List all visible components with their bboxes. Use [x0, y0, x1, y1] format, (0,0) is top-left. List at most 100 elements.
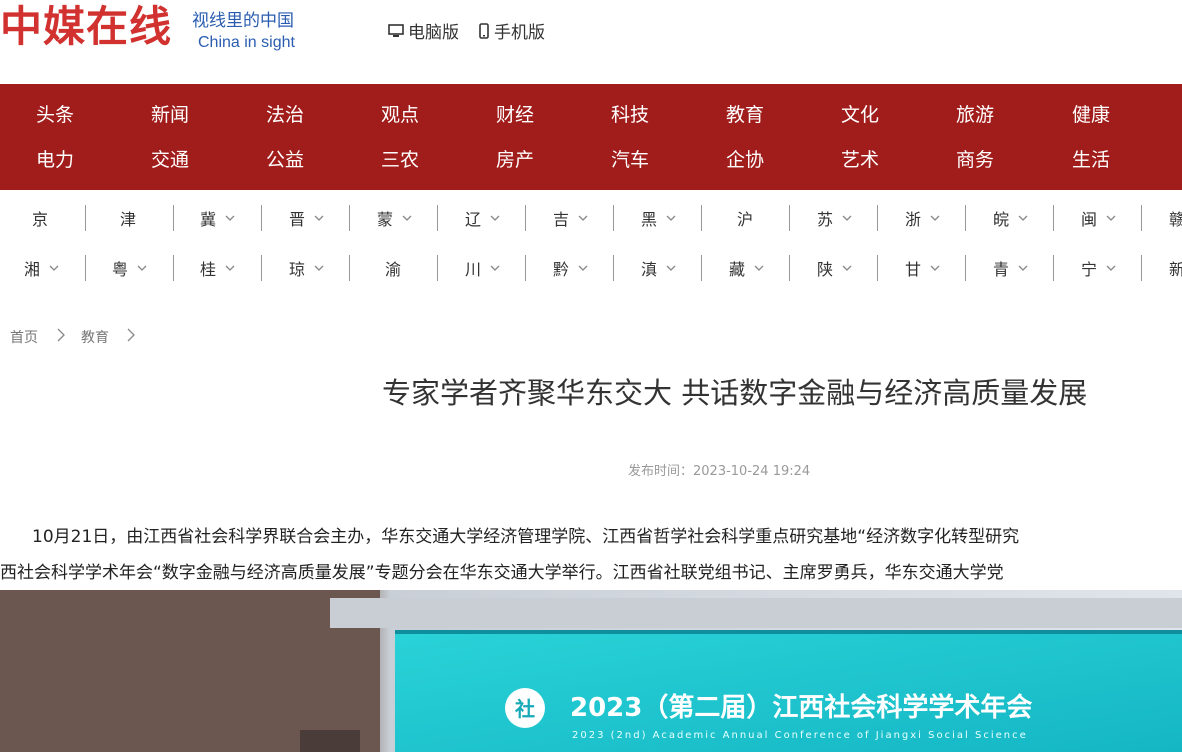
chevron-down-icon — [490, 265, 500, 271]
province-label: 沪 — [737, 210, 754, 229]
chevron-down-icon — [842, 215, 852, 221]
province-label: 湘 — [24, 260, 41, 279]
divider — [261, 255, 262, 281]
province-item[interactable]: 晋 — [289, 204, 325, 232]
province-item[interactable]: 吉 — [553, 204, 589, 232]
article-photo-scene: 社 2023（第二届）江西社会科学学术年会 2023 (2nd) Academi… — [0, 590, 1182, 752]
divider — [965, 255, 966, 281]
province-item[interactable]: 闽 — [1081, 204, 1117, 232]
site-logo[interactable]: 中媒在线 — [0, 4, 172, 50]
province-label: 晋 — [289, 210, 306, 229]
province-item[interactable]: 渝 — [385, 254, 401, 282]
chevron-down-icon — [578, 215, 588, 221]
nav-item[interactable]: 教育 — [715, 103, 775, 127]
province-item[interactable]: 黔 — [553, 254, 589, 282]
province-label: 藏 — [729, 260, 746, 279]
province-label: 陕 — [817, 260, 834, 279]
province-item[interactable]: 宁 — [1081, 254, 1117, 282]
nav-item[interactable]: 汽车 — [600, 148, 660, 172]
nav-item[interactable]: 企协 — [715, 148, 775, 172]
province-item[interactable]: 冀 — [200, 204, 236, 232]
province-item[interactable]: 黑 — [641, 204, 677, 232]
nav-item[interactable]: 头条 — [25, 103, 85, 127]
chevron-down-icon — [402, 215, 412, 221]
province-item[interactable]: 浙 — [905, 204, 941, 232]
mobile-version-label: 手机版 — [494, 23, 545, 43]
province-label: 粤 — [112, 260, 129, 279]
mobile-version-link[interactable]: 手机版 — [478, 18, 545, 43]
chevron-down-icon — [666, 265, 676, 271]
breadcrumb-home[interactable]: 首页 — [10, 327, 38, 347]
divider — [789, 255, 790, 281]
article-photo: 社 2023（第二届）江西社会科学学术年会 2023 (2nd) Academi… — [0, 590, 1182, 752]
chevron-down-icon — [1106, 265, 1116, 271]
province-label: 桂 — [200, 260, 217, 279]
nav-item[interactable]: 三农 — [370, 148, 430, 172]
site-slogan: 视线里的中国 China in sight — [192, 10, 295, 54]
breadcrumb-education[interactable]: 教育 — [81, 327, 109, 347]
province-item[interactable]: 京 — [32, 204, 48, 232]
province-item[interactable]: 青 — [993, 254, 1029, 282]
nav-item[interactable]: 观点 — [370, 103, 430, 127]
nav-item[interactable]: 交通 — [140, 148, 200, 172]
divider — [349, 205, 350, 231]
province-item[interactable]: 苏 — [817, 204, 853, 232]
province-item[interactable]: 蒙 — [377, 204, 413, 232]
province-item[interactable]: 津 — [120, 204, 136, 232]
nav-item[interactable]: 科技 — [600, 103, 660, 127]
nav-item[interactable]: 财经 — [485, 103, 545, 127]
nav-item[interactable]: 公益 — [255, 148, 315, 172]
divider — [85, 255, 86, 281]
divider — [437, 255, 438, 281]
chevron-down-icon — [930, 265, 940, 271]
province-item[interactable]: 赣 — [1169, 204, 1182, 232]
divider — [173, 205, 174, 231]
province-item[interactable]: 藏 — [729, 254, 765, 282]
province-item[interactable]: 桂 — [200, 254, 236, 282]
divider — [85, 205, 86, 231]
province-item[interactable]: 湘 — [24, 254, 60, 282]
province-item[interactable]: 滇 — [641, 254, 677, 282]
chevron-down-icon — [666, 215, 676, 221]
nav-item[interactable]: 电力 — [25, 148, 85, 172]
chevron-down-icon — [314, 215, 324, 221]
province-label: 黑 — [641, 210, 658, 229]
divider — [701, 205, 702, 231]
nav-item[interactable]: 商务 — [945, 148, 1005, 172]
pc-version-link[interactable]: 电脑版 — [388, 18, 459, 43]
province-item[interactable]: 甘 — [905, 254, 941, 282]
province-item[interactable]: 川 — [465, 254, 501, 282]
nav-item[interactable]: 艺术 — [830, 148, 890, 172]
divider — [1141, 205, 1142, 231]
chevron-down-icon — [49, 265, 59, 271]
nav-item[interactable]: 旅游 — [945, 103, 1005, 127]
chevron-down-icon — [137, 265, 147, 271]
nav-item[interactable]: 新闻 — [140, 103, 200, 127]
province-item[interactable]: 琼 — [289, 254, 325, 282]
divider — [613, 205, 614, 231]
divider — [1053, 255, 1054, 281]
province-item[interactable]: 沪 — [737, 204, 753, 232]
nav-item[interactable]: 文化 — [830, 103, 890, 127]
province-item[interactable]: 辽 — [465, 204, 501, 232]
chevron-right-icon — [57, 328, 65, 342]
province-item[interactable]: 新 — [1169, 254, 1182, 282]
nav-item[interactable]: 健康 — [1061, 103, 1121, 127]
province-item[interactable]: 皖 — [993, 204, 1029, 232]
nav-item[interactable]: 法治 — [255, 103, 315, 127]
province-item[interactable]: 陕 — [817, 254, 853, 282]
divider — [1141, 255, 1142, 281]
chevron-down-icon — [490, 215, 500, 221]
chevron-down-icon — [1018, 265, 1028, 271]
province-item[interactable]: 粤 — [112, 254, 148, 282]
province-label: 宁 — [1081, 260, 1098, 279]
nav-item[interactable]: 房产 — [485, 148, 545, 172]
province-label: 黔 — [553, 260, 570, 279]
province-label: 青 — [993, 260, 1010, 279]
article-paragraph-line: 10月21日，由江西省社会科学界联合会主办，华东交通大学经济管理学院、江西省哲学… — [32, 527, 1020, 547]
nav-item[interactable]: 生活 — [1061, 148, 1121, 172]
divider — [525, 255, 526, 281]
divider — [1053, 205, 1054, 231]
province-label: 新 — [1169, 260, 1182, 279]
divider — [965, 205, 966, 231]
